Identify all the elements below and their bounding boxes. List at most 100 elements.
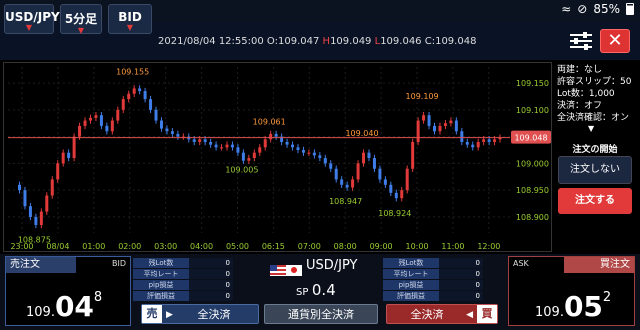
candle-body [438, 125, 442, 132]
position-row: 評価損益 0 [133, 291, 233, 301]
position-key: 平均レート [133, 269, 189, 279]
candle-body [405, 168, 409, 191]
price-annotation: 109.061 [253, 118, 286, 127]
price-type-label: BID [118, 10, 142, 24]
no-order-button[interactable]: 注文しない [558, 156, 632, 184]
x-tick-label: 07:00 [298, 242, 321, 251]
candle-body [301, 150, 305, 153]
position-value: 0 [439, 280, 483, 290]
battery-level: 85% [593, 2, 620, 16]
spread-readout: SP 0.4 [296, 281, 336, 299]
bid-price-small: 109. [26, 305, 55, 320]
order-settings-panel: 両建：なし 許容スリップ：50 Lot数：1,000 決済：オフ 全決済確認：オン ▼ … [554, 62, 636, 252]
ohlc-readout: 2021/08/04 12:55:00 O:109.047 H109.049 L… [158, 36, 476, 47]
currency-flags [270, 260, 302, 279]
candle-body [449, 120, 453, 124]
settings-sliders-icon[interactable] [568, 30, 594, 52]
y-tick-label: 109.150 [516, 79, 549, 88]
place-order-button[interactable]: 注文する [558, 188, 632, 214]
position-key: pip損益 [383, 280, 439, 290]
candle-body [263, 139, 267, 148]
price-type-select[interactable]: BID ▼ [108, 4, 152, 34]
ask-price-big: 05 [563, 290, 603, 323]
position-value: 0 [439, 291, 483, 301]
wifi-icon: ≈ [561, 2, 572, 16]
candle-body [99, 115, 103, 126]
spread-value: 0.4 [311, 281, 336, 299]
expand-chevron-icon[interactable]: ▼ [588, 124, 594, 133]
sell-position-table: 残Lot数 0 平均レート 0 pip損益 0 評価損益 0 [133, 258, 233, 302]
candle-body [34, 216, 38, 225]
order-setting-line: 全決済確認：オン [557, 113, 630, 123]
candle-body [493, 139, 497, 142]
order-setting-line: 許容スリップ：50 [557, 77, 632, 87]
candle-body [258, 147, 262, 153]
position-key: 残Lot数 [133, 258, 189, 268]
x-tick-label: 03:00 [154, 242, 177, 251]
spread-label: SP [296, 287, 309, 298]
x-tick-label: 05:00 [226, 242, 249, 251]
position-value: 0 [189, 291, 233, 301]
timeframe-select[interactable]: 5分足 ▼ [60, 4, 102, 35]
position-row: 平均レート 0 [133, 269, 233, 279]
chevron-down-icon: ▼ [77, 26, 85, 35]
candle-body [176, 133, 180, 137]
candle-body [334, 168, 338, 180]
buy-close-all-button[interactable]: 全決済 ◀ 買 [386, 304, 498, 324]
price-annotation: 109.040 [345, 129, 378, 138]
do-not-disturb-icon: ⊘ [577, 2, 588, 16]
candle-body [247, 158, 251, 161]
pair-close-all-button[interactable]: 通貨別全決済 [264, 304, 378, 324]
candle-body [28, 206, 32, 217]
candle-body [110, 120, 114, 132]
buy-order-box[interactable]: ASK 買注文 109.052 [508, 256, 635, 326]
close-button[interactable]: ✕ [600, 29, 630, 53]
chevron-down-icon: ▼ [25, 23, 33, 32]
candle-body [72, 136, 76, 159]
y-tick-label: 108.950 [516, 186, 549, 195]
candle-body [214, 144, 218, 148]
candle-body [159, 120, 163, 129]
candle-body [143, 91, 147, 100]
position-value: 0 [189, 258, 233, 268]
position-value: 0 [189, 280, 233, 290]
center-pair-label: USD/JPY [306, 258, 358, 273]
position-key: 評価損益 [133, 291, 189, 301]
candle-body [378, 168, 382, 180]
position-row: pip損益 0 [133, 280, 233, 290]
candle-body [50, 179, 54, 196]
sell-order-box[interactable]: 売注文 BID 109.048 [5, 256, 131, 326]
candle-body [460, 131, 464, 142]
currency-pair-select[interactable]: USD/JPY ▼ [4, 4, 60, 34]
candle-body [170, 131, 174, 134]
ohlc-high: 109.049 [330, 36, 372, 47]
candle-body [116, 109, 120, 121]
sell-order-header: 売注文 [6, 257, 76, 273]
ohlc-time: 2021/08/04 12:55:00 [158, 36, 264, 47]
candle-body [88, 117, 92, 121]
x-tick-label: 04:00 [190, 242, 213, 251]
candle-body [312, 152, 316, 156]
order-setting-line: 決済：オフ [557, 101, 603, 111]
buy-order-header: 買注文 [564, 257, 634, 273]
buy-short-label: 買 [477, 305, 497, 323]
position-key: 評価損益 [383, 291, 439, 301]
price-chart[interactable]: 109.150109.100109.050109.000108.950108.9… [3, 62, 552, 252]
candle-body [127, 93, 131, 100]
candle-body [203, 139, 207, 142]
candle-body [323, 158, 327, 164]
x-tick-label: 08:00 [334, 242, 357, 251]
price-annotation: 108.924 [378, 209, 411, 218]
position-key: pip損益 [133, 280, 189, 290]
candle-body [296, 147, 300, 150]
candle-body [416, 120, 420, 142]
candle-body [307, 152, 311, 154]
position-value: 0 [189, 269, 233, 279]
sell-close-all-button[interactable]: 売 ▶ 全決済 [141, 304, 259, 324]
candle-body [345, 184, 349, 188]
ohlc-close: C:109.048 [424, 36, 477, 47]
bid-tag: BID [111, 259, 126, 268]
candle-body [61, 152, 65, 164]
candle-body [105, 125, 109, 132]
candle-body [132, 88, 136, 94]
